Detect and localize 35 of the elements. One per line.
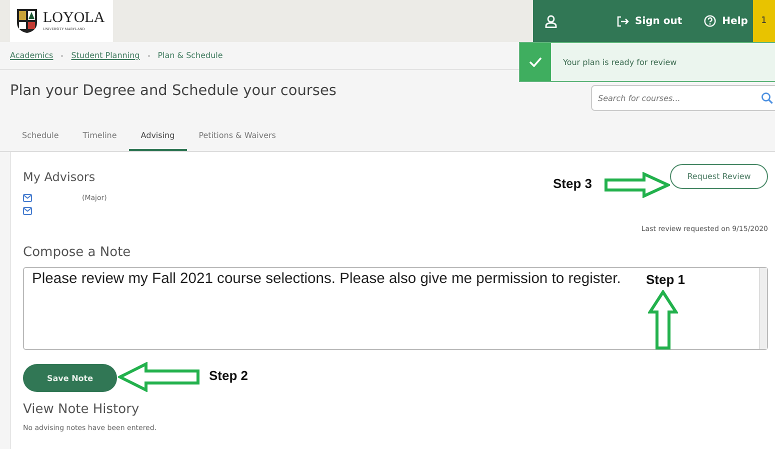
user-icon bbox=[545, 14, 557, 28]
header-badge[interactable]: 1 bbox=[753, 0, 775, 42]
step-label: Step 1 bbox=[646, 272, 686, 287]
page-title: Plan your Degree and Schedule your courses bbox=[10, 83, 338, 99]
help-icon bbox=[704, 15, 716, 27]
breadcrumb-separator bbox=[148, 54, 150, 56]
help-link[interactable]: Help bbox=[704, 15, 748, 27]
step-label: Step 3 bbox=[553, 176, 592, 191]
breadcrumb-separator bbox=[61, 54, 64, 56]
annotation-arrow bbox=[604, 172, 670, 198]
tab[interactable]: Schedule bbox=[10, 123, 71, 151]
breadcrumb-current: Plan & Schedule bbox=[158, 51, 223, 60]
mail-icon[interactable] bbox=[23, 207, 32, 215]
sign-out-link[interactable]: Sign out bbox=[617, 16, 682, 26]
sign-out-icon bbox=[617, 16, 629, 26]
shield-logo-icon bbox=[16, 8, 38, 34]
request-review-button[interactable]: Request Review bbox=[670, 164, 768, 189]
compose-heading: Compose a Note bbox=[23, 245, 132, 260]
save-note-button[interactable]: Save Note bbox=[23, 364, 117, 392]
history-heading: View Note History bbox=[23, 402, 140, 417]
step-label: Step 2 bbox=[209, 368, 248, 383]
annotation-arrow bbox=[648, 290, 678, 350]
tab[interactable]: Petitions & Waivers bbox=[186, 123, 288, 151]
tab[interactable]: Timeline bbox=[70, 123, 129, 151]
user-button[interactable] bbox=[545, 14, 557, 28]
mail-icon[interactable] bbox=[23, 194, 32, 202]
scrollbar[interactable] bbox=[759, 268, 767, 349]
search-icon[interactable] bbox=[761, 92, 773, 104]
logo-name: LOYOLA bbox=[43, 10, 105, 26]
toast-message: Your plan is ready for review bbox=[563, 58, 677, 66]
breadcrumb-link[interactable]: Student Planning bbox=[71, 51, 140, 60]
advisors-heading: My Advisors bbox=[23, 170, 96, 184]
check-icon bbox=[529, 57, 542, 67]
breadcrumb-link[interactable]: Academics bbox=[10, 51, 54, 60]
search-field[interactable]: Search for courses... bbox=[591, 85, 775, 111]
